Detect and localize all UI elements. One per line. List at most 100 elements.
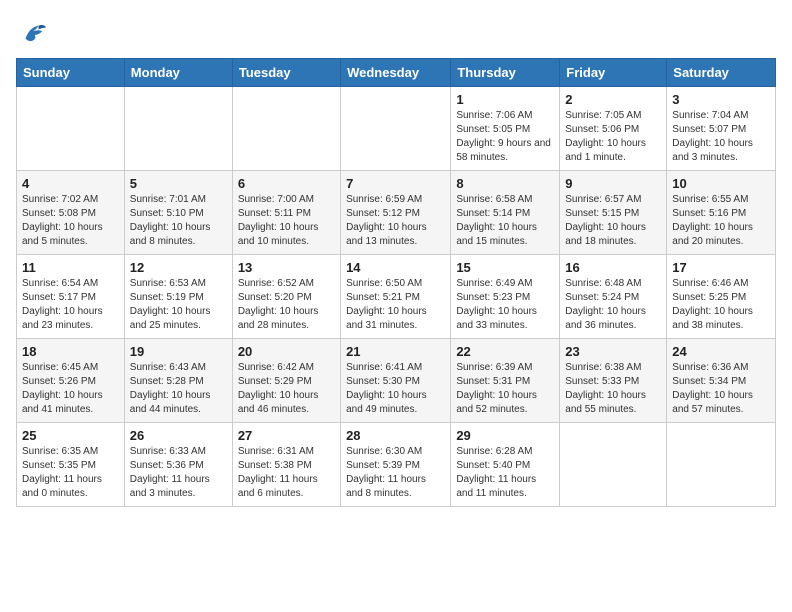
day-info: Sunrise: 6:31 AM Sunset: 5:38 PM Dayligh… bbox=[238, 445, 335, 501]
calendar-cell: 2 Sunrise: 7:05 AM Sunset: 5:06 PM Daylig… bbox=[560, 87, 667, 171]
day-info: Sunrise: 6:41 AM Sunset: 5:30 PM Dayligh… bbox=[346, 361, 445, 417]
day-number: 27 bbox=[238, 428, 335, 443]
calendar-cell: 6Sunrise: 7:00 AM Sunset: 5:11 PM Daylig… bbox=[232, 171, 340, 255]
day-number: 26 bbox=[130, 428, 227, 443]
calendar-week-4: 18Sunrise: 6:45 AM Sunset: 5:26 PM Dayli… bbox=[17, 339, 776, 423]
calendar-cell: 17 Sunrise: 6:46 AM Sunset: 5:25 PM Dayli… bbox=[667, 255, 776, 339]
calendar-cell bbox=[560, 423, 667, 507]
day-number: 23 bbox=[565, 344, 661, 359]
day-number: 11 bbox=[22, 260, 119, 275]
page-header bbox=[16, 16, 776, 48]
day-info: Sunrise: 7:02 AM Sunset: 5:08 PM Dayligh… bbox=[22, 193, 119, 249]
day-info: Sunrise: 6:53 AM Sunset: 5:19 PM Dayligh… bbox=[130, 277, 227, 333]
calendar-week-5: 25 Sunrise: 6:35 AM Sunset: 5:35 PM Dayli… bbox=[17, 423, 776, 507]
calendar-cell bbox=[17, 87, 125, 171]
day-number: 12 bbox=[130, 260, 227, 275]
calendar-cell bbox=[667, 423, 776, 507]
calendar-week-3: 11 Sunrise: 6:54 AM Sunset: 5:17 PM Dayli… bbox=[17, 255, 776, 339]
day-info: Sunrise: 6:52 AM Sunset: 5:20 PM Dayligh… bbox=[238, 277, 335, 333]
calendar-week-1: 1Sunrise: 7:06 AM Sunset: 5:05 PM Daylig… bbox=[17, 87, 776, 171]
calendar-table: SundayMondayTuesdayWednesdayThursdayFrid… bbox=[16, 58, 776, 507]
day-number: 21 bbox=[346, 344, 445, 359]
calendar-cell: 14 Sunrise: 6:50 AM Sunset: 5:21 PM Dayli… bbox=[341, 255, 451, 339]
day-info: Sunrise: 6:54 AM Sunset: 5:17 PM Dayligh… bbox=[22, 277, 119, 333]
day-number: 3 bbox=[672, 92, 770, 107]
day-info: Sunrise: 7:04 AM Sunset: 5:07 PM Dayligh… bbox=[672, 109, 770, 165]
calendar-cell: 27 Sunrise: 6:31 AM Sunset: 5:38 PM Dayli… bbox=[232, 423, 340, 507]
calendar-cell bbox=[232, 87, 340, 171]
calendar-cell: 8 Sunrise: 6:58 AM Sunset: 5:14 PM Daylig… bbox=[451, 171, 560, 255]
calendar-cell: 24Sunrise: 6:36 AM Sunset: 5:34 PM Dayli… bbox=[667, 339, 776, 423]
day-info: Sunrise: 6:39 AM Sunset: 5:31 PM Dayligh… bbox=[456, 361, 554, 417]
day-info: Sunrise: 6:36 AM Sunset: 5:34 PM Dayligh… bbox=[672, 361, 770, 417]
calendar-cell: 5 Sunrise: 7:01 AM Sunset: 5:10 PM Daylig… bbox=[124, 171, 232, 255]
calendar-cell: 19 Sunrise: 6:43 AM Sunset: 5:28 PM Dayli… bbox=[124, 339, 232, 423]
day-number: 13 bbox=[238, 260, 335, 275]
day-info: Sunrise: 6:30 AM Sunset: 5:39 PM Dayligh… bbox=[346, 445, 445, 501]
calendar-cell: 28 Sunrise: 6:30 AM Sunset: 5:39 PM Dayli… bbox=[341, 423, 451, 507]
day-info: Sunrise: 6:48 AM Sunset: 5:24 PM Dayligh… bbox=[565, 277, 661, 333]
day-number: 28 bbox=[346, 428, 445, 443]
day-number: 15 bbox=[456, 260, 554, 275]
calendar-cell: 4 Sunrise: 7:02 AM Sunset: 5:08 PM Daylig… bbox=[17, 171, 125, 255]
calendar-cell bbox=[124, 87, 232, 171]
day-number: 17 bbox=[672, 260, 770, 275]
header-tuesday: Tuesday bbox=[232, 59, 340, 87]
day-info: Sunrise: 6:43 AM Sunset: 5:28 PM Dayligh… bbox=[130, 361, 227, 417]
day-number: 1 bbox=[456, 92, 554, 107]
header-sunday: Sunday bbox=[17, 59, 125, 87]
day-number: 9 bbox=[565, 176, 661, 191]
calendar-cell: 26 Sunrise: 6:33 AM Sunset: 5:36 PM Dayli… bbox=[124, 423, 232, 507]
calendar-cell: 22Sunrise: 6:39 AM Sunset: 5:31 PM Dayli… bbox=[451, 339, 560, 423]
day-info: Sunrise: 6:46 AM Sunset: 5:25 PM Dayligh… bbox=[672, 277, 770, 333]
day-number: 16 bbox=[565, 260, 661, 275]
day-number: 5 bbox=[130, 176, 227, 191]
calendar-cell: 3 Sunrise: 7:04 AM Sunset: 5:07 PM Daylig… bbox=[667, 87, 776, 171]
calendar-cell: 23 Sunrise: 6:38 AM Sunset: 5:33 PM Dayli… bbox=[560, 339, 667, 423]
day-number: 20 bbox=[238, 344, 335, 359]
day-info: Sunrise: 7:00 AM Sunset: 5:11 PM Dayligh… bbox=[238, 193, 335, 249]
day-info: Sunrise: 6:57 AM Sunset: 5:15 PM Dayligh… bbox=[565, 193, 661, 249]
day-info: Sunrise: 6:35 AM Sunset: 5:35 PM Dayligh… bbox=[22, 445, 119, 501]
calendar-cell: 16 Sunrise: 6:48 AM Sunset: 5:24 PM Dayli… bbox=[560, 255, 667, 339]
header-monday: Monday bbox=[124, 59, 232, 87]
header-saturday: Saturday bbox=[667, 59, 776, 87]
calendar-cell: 1Sunrise: 7:06 AM Sunset: 5:05 PM Daylig… bbox=[451, 87, 560, 171]
calendar-cell bbox=[341, 87, 451, 171]
day-number: 14 bbox=[346, 260, 445, 275]
logo bbox=[16, 20, 46, 48]
calendar-cell: 21 Sunrise: 6:41 AM Sunset: 5:30 PM Dayli… bbox=[341, 339, 451, 423]
day-number: 4 bbox=[22, 176, 119, 191]
calendar-cell: 12 Sunrise: 6:53 AM Sunset: 5:19 PM Dayli… bbox=[124, 255, 232, 339]
day-number: 25 bbox=[22, 428, 119, 443]
day-info: Sunrise: 6:55 AM Sunset: 5:16 PM Dayligh… bbox=[672, 193, 770, 249]
day-number: 7 bbox=[346, 176, 445, 191]
day-info: Sunrise: 6:59 AM Sunset: 5:12 PM Dayligh… bbox=[346, 193, 445, 249]
calendar-cell: 18Sunrise: 6:45 AM Sunset: 5:26 PM Dayli… bbox=[17, 339, 125, 423]
day-number: 29 bbox=[456, 428, 554, 443]
day-info: Sunrise: 6:28 AM Sunset: 5:40 PM Dayligh… bbox=[456, 445, 554, 501]
day-info: Sunrise: 6:33 AM Sunset: 5:36 PM Dayligh… bbox=[130, 445, 227, 501]
calendar-week-2: 4 Sunrise: 7:02 AM Sunset: 5:08 PM Daylig… bbox=[17, 171, 776, 255]
calendar-cell: 15Sunrise: 6:49 AM Sunset: 5:23 PM Dayli… bbox=[451, 255, 560, 339]
calendar-cell: 25 Sunrise: 6:35 AM Sunset: 5:35 PM Dayli… bbox=[17, 423, 125, 507]
calendar-cell: 20 Sunrise: 6:42 AM Sunset: 5:29 PM Dayli… bbox=[232, 339, 340, 423]
day-number: 2 bbox=[565, 92, 661, 107]
header-thursday: Thursday bbox=[451, 59, 560, 87]
day-info: Sunrise: 6:42 AM Sunset: 5:29 PM Dayligh… bbox=[238, 361, 335, 417]
day-number: 19 bbox=[130, 344, 227, 359]
day-info: Sunrise: 6:45 AM Sunset: 5:26 PM Dayligh… bbox=[22, 361, 119, 417]
day-info: Sunrise: 6:58 AM Sunset: 5:14 PM Dayligh… bbox=[456, 193, 554, 249]
calendar-cell: 10Sunrise: 6:55 AM Sunset: 5:16 PM Dayli… bbox=[667, 171, 776, 255]
logo-bird-icon bbox=[18, 20, 46, 48]
calendar-cell: 13 Sunrise: 6:52 AM Sunset: 5:20 PM Dayli… bbox=[232, 255, 340, 339]
day-info: Sunrise: 6:38 AM Sunset: 5:33 PM Dayligh… bbox=[565, 361, 661, 417]
day-number: 8 bbox=[456, 176, 554, 191]
day-info: Sunrise: 6:50 AM Sunset: 5:21 PM Dayligh… bbox=[346, 277, 445, 333]
header-friday: Friday bbox=[560, 59, 667, 87]
calendar-cell: 11 Sunrise: 6:54 AM Sunset: 5:17 PM Dayli… bbox=[17, 255, 125, 339]
calendar-cell: 7 Sunrise: 6:59 AM Sunset: 5:12 PM Daylig… bbox=[341, 171, 451, 255]
day-info: Sunrise: 7:05 AM Sunset: 5:06 PM Dayligh… bbox=[565, 109, 661, 165]
calendar-cell: 29 Sunrise: 6:28 AM Sunset: 5:40 PM Dayli… bbox=[451, 423, 560, 507]
day-info: Sunrise: 7:01 AM Sunset: 5:10 PM Dayligh… bbox=[130, 193, 227, 249]
